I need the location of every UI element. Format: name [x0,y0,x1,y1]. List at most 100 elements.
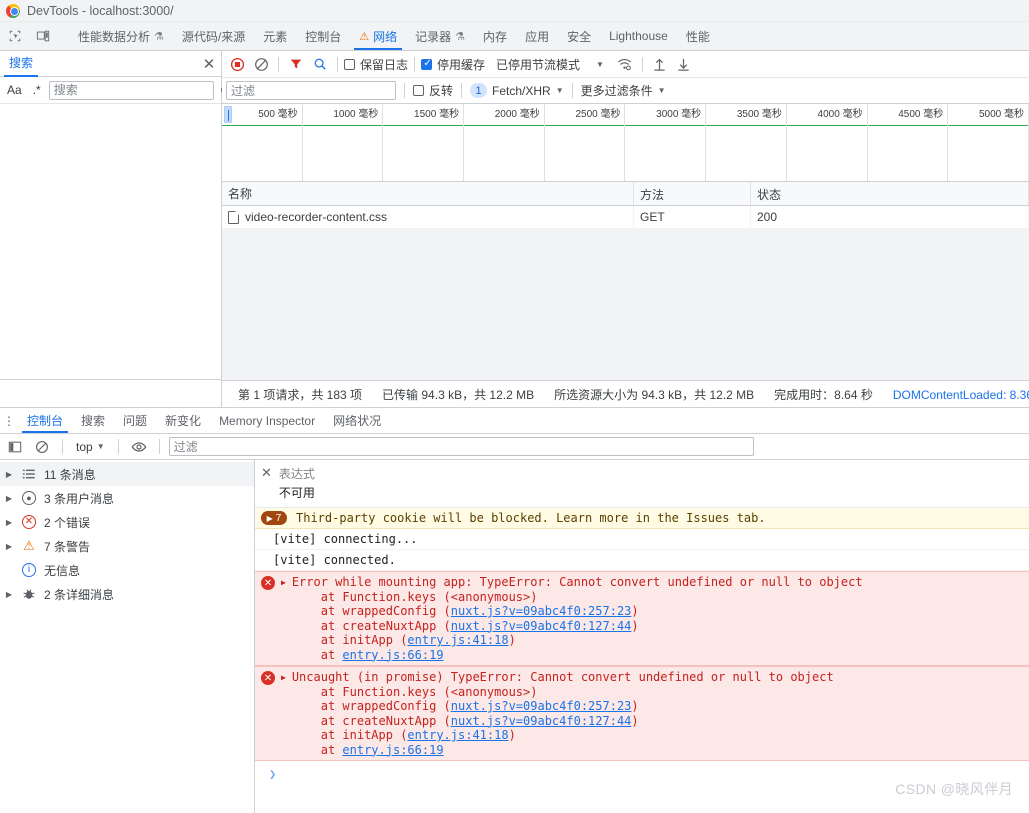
sidebar-item-all-messages[interactable]: ▶ 11 条消息 [0,462,254,486]
tab-sources-label: 源代码/来源 [181,29,246,44]
column-header-method[interactable]: 方法 [634,182,751,205]
resource-type-fetch-xhr[interactable]: 1 Fetch/XHR ▼ [470,83,564,98]
toggle-sidebar-icon[interactable] [4,436,26,458]
tab-security-label: 安全 [567,29,592,44]
tab-recorder[interactable]: 记录器 ⚗ [406,22,474,50]
search-icon[interactable] [309,53,331,75]
chevron-right-icon[interactable]: ▶ [4,494,14,503]
table-row[interactable]: video-recorder-content.css GET 200 [222,205,1029,229]
tab-security[interactable]: 安全 [558,22,600,50]
error-body: Error while mounting app: TypeError: Can… [292,575,863,662]
chrome-logo-icon [6,3,20,18]
tab-console[interactable]: 控制台 [296,22,350,50]
drawer-tab-console[interactable]: 控制台 [18,408,72,433]
summary-transferred: 已传输 94.3 kB，共 12.2 MB [382,387,535,402]
chevron-right-icon[interactable]: ▶ [4,542,14,551]
tab-performance[interactable]: 性能数据分析 ⚗ [69,22,173,50]
sidebar-item-label: 无信息 [44,563,81,578]
throttling-dropdown[interactable]: 已停用节流模式 [496,56,580,73]
tab-lighthouse[interactable]: Lighthouse [600,22,677,50]
chevron-right-icon[interactable]: ▶ [281,673,286,682]
search-input[interactable] [48,80,214,100]
tab-memory[interactable]: 内存 [474,22,516,50]
network-summary-bar: 第 1 项请求，共 183 项 已传输 94.3 kB，共 12.2 MB 所选… [222,380,1029,407]
sidebar-item-label: 3 条用户消息 [44,491,115,506]
console-toolbar: top ▼ [0,434,1029,460]
tab-performance-insights[interactable]: 性能 [677,22,719,50]
error-title: Uncaught (in promise) TypeError: Cannot … [291,670,834,684]
preserve-log-checkbox[interactable]: 保留日志 [344,56,408,73]
chevron-right-icon[interactable]: ▶ [281,578,286,587]
stack-line: at Function.keys (<anonymous>) [291,589,538,604]
record-stop-icon[interactable] [226,53,248,75]
tab-sources[interactable]: 源代码/来源 [173,22,254,50]
network-filter-input[interactable] [226,81,396,100]
clear-icon[interactable] [250,53,272,75]
regex-button[interactable]: .* [30,81,44,99]
chevron-down-icon[interactable]: ▼ [596,60,604,69]
clear-console-icon[interactable] [31,436,53,458]
inspect-tools-group [0,22,69,50]
filter-funnel-icon[interactable] [285,53,307,75]
stack-link[interactable]: nuxt.js?v=09abc4f0:127:44 [451,619,632,633]
stack-line-suffix: ) [508,728,516,742]
search-panel-tab[interactable]: 搜索 [0,51,42,77]
watermark: CSDN @晓风伴月 [895,781,1013,797]
drawer-tab-network-conditions[interactable]: 网络状况 [324,408,390,433]
more-options-icon[interactable]: ⋮ [0,408,18,433]
drawer-tab-memory-inspector[interactable]: Memory Inspector [210,408,324,433]
sidebar-item-user-messages[interactable]: ▶ ● 3 条用户消息 [0,486,254,510]
close-icon[interactable]: ✕ [261,465,272,501]
close-icon[interactable]: ✕ [197,55,221,73]
timeline-window-handle[interactable] [224,106,232,123]
console-filter-input[interactable] [168,437,754,456]
execution-context-selector[interactable]: top ▼ [72,439,109,455]
column-header-status[interactable]: 状态 [751,182,1029,205]
export-har-icon[interactable] [673,53,695,75]
window-titlebar: DevTools - localhost:3000/ [0,0,1029,22]
drawer-tab-whats-new[interactable]: 新变化 [156,408,210,433]
toolbar-divider [404,83,405,98]
stack-link[interactable]: entry.js:66:19 [342,648,443,662]
stack-link[interactable]: nuxt.js?v=09abc4f0:127:44 [451,714,632,728]
tab-elements[interactable]: 元素 [254,22,296,50]
live-expression-eye-icon[interactable] [128,436,150,458]
sidebar-item-info[interactable]: i 无信息 [0,558,254,582]
console-error-message[interactable]: ✕ ▶ Error while mounting app: TypeError:… [255,571,1029,666]
chevron-right-icon[interactable]: ▶ [4,590,14,599]
stack-link[interactable]: entry.js:41:18 [407,633,508,647]
search-results-list [0,104,221,379]
tab-performance-insights-label: 性能 [685,29,710,44]
tab-application[interactable]: 应用 [516,22,558,50]
tab-network[interactable]: ⚠ 网络 [350,22,406,50]
disable-cache-checkbox[interactable]: 停用缓存 [421,56,485,73]
drawer-tab-search[interactable]: 搜索 [72,408,114,433]
import-har-icon[interactable] [649,53,671,75]
inspect-element-icon[interactable] [3,24,27,48]
network-overview-timeline[interactable]: 500 毫秒 1000 毫秒 1500 毫秒 2000 毫秒 2500 毫秒 3000 毫… [222,104,1029,182]
sidebar-item-verbose[interactable]: ▶ 2 条详细消息 [0,582,254,606]
toolbar-divider [158,439,160,454]
invert-checkbox[interactable]: 反转 [413,82,453,99]
console-warning-group[interactable]: ▶ 7 Third-party cookie will be blocked. … [255,508,1029,529]
user-icon: ● [21,491,37,505]
stack-link[interactable]: nuxt.js?v=09abc4f0:257:23 [451,604,632,618]
throttling-label: 已停用节流模式 [496,57,581,72]
timeline-tick-label: 500 毫秒 [222,104,303,126]
tab-console-label: 控制台 [305,29,342,44]
sidebar-item-warnings[interactable]: ▶ ⚠ 7 条警告 [0,534,254,558]
network-conditions-icon[interactable] [614,53,636,75]
stack-link[interactable]: entry.js:41:18 [407,728,508,742]
sidebar-item-errors[interactable]: ▶ ✕ 2 个错误 [0,510,254,534]
chevron-right-icon[interactable]: ▶ [4,518,14,527]
chevron-right-icon[interactable]: ▶ [4,470,14,479]
stack-link[interactable]: nuxt.js?v=09abc4f0:257:23 [451,699,632,713]
console-error-message[interactable]: ✕ ▶ Uncaught (in promise) TypeError: Can… [255,666,1029,761]
live-expression-label[interactable]: 表达式 [279,465,315,482]
column-header-name[interactable]: 名称 [222,182,634,205]
stack-link[interactable]: entry.js:66:19 [342,743,443,757]
drawer-tab-issues[interactable]: 问题 [114,408,156,433]
more-filters-dropdown[interactable]: 更多过滤条件 ▼ [581,82,666,99]
match-case-button[interactable]: Aa [4,81,25,99]
device-toolbar-icon[interactable] [31,24,55,48]
